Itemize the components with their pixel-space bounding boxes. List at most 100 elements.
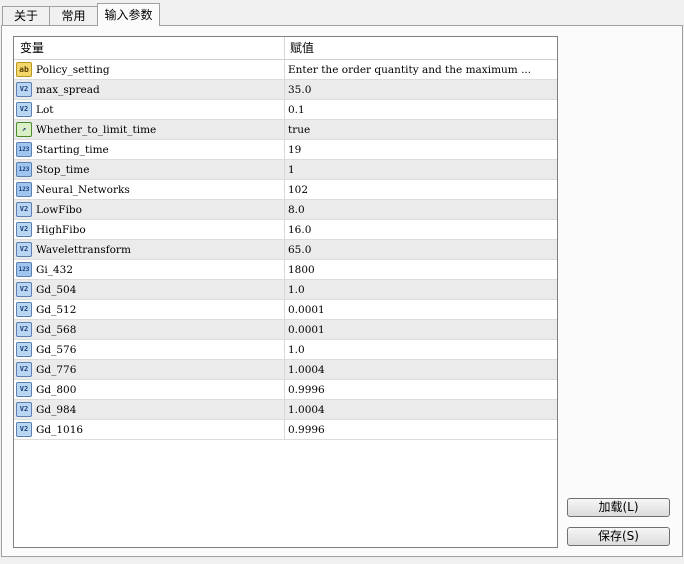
double-type-icon: V2	[16, 382, 32, 397]
double-type-icon: V2	[16, 202, 32, 217]
cell-divider	[284, 300, 285, 319]
parameter-value[interactable]: 1800	[288, 260, 554, 279]
table-row[interactable]: V2 Gd_1016 0.9996	[14, 420, 557, 440]
parameter-name: Wavelettransform	[36, 244, 131, 256]
double-type-icon: V2	[16, 222, 32, 237]
cell-divider	[284, 420, 285, 439]
table-row[interactable]: 123 Neural_Networks 102	[14, 180, 557, 200]
parameter-name: Lot	[36, 104, 54, 116]
column-divider[interactable]	[284, 37, 285, 59]
integer-type-icon: 123	[16, 182, 32, 197]
parameter-name: Policy_setting	[36, 64, 110, 76]
table-row[interactable]: V2 Gd_576 1.0	[14, 340, 557, 360]
parameter-value[interactable]: 1.0004	[288, 400, 554, 419]
double-type-icon: V2	[16, 422, 32, 437]
parameter-value[interactable]: 0.9996	[288, 420, 554, 439]
cell-divider	[284, 360, 285, 379]
table-row[interactable]: 123 Starting_time 19	[14, 140, 557, 160]
table-row[interactable]: V2 Gd_984 1.0004	[14, 400, 557, 420]
parameter-name: Neural_Networks	[36, 184, 130, 196]
column-header-value[interactable]: 赋值	[290, 37, 314, 59]
table-row[interactable]: ↗ Whether_to_limit_time true	[14, 120, 557, 140]
integer-type-icon: 123	[16, 262, 32, 277]
table-row[interactable]: 123 Stop_time 1	[14, 160, 557, 180]
table-row[interactable]: V2 Gd_504 1.0	[14, 280, 557, 300]
tab-about[interactable]: 关于	[2, 6, 50, 25]
parameter-value[interactable]: true	[288, 120, 554, 139]
tab-strip: 关于 常用 输入参数	[0, 0, 684, 28]
cell-divider	[284, 200, 285, 219]
cell-divider	[284, 60, 285, 79]
parameter-name: Gd_1016	[36, 424, 84, 436]
table-row[interactable]: V2 Gd_776 1.0004	[14, 360, 557, 380]
table-row[interactable]: V2 Gd_568 0.0001	[14, 320, 557, 340]
parameter-value[interactable]: 0.0001	[288, 320, 554, 339]
parameter-name: Gd_512	[36, 304, 77, 316]
parameter-value[interactable]: 1.0004	[288, 360, 554, 379]
parameter-value[interactable]: 1.0	[288, 340, 554, 359]
parameter-value[interactable]: Enter the order quantity and the maximum…	[288, 60, 554, 79]
save-button[interactable]: 保存(S)	[567, 527, 670, 546]
cell-divider	[284, 80, 285, 99]
integer-type-icon: 123	[16, 142, 32, 157]
parameter-name: Gd_800	[36, 384, 77, 396]
table-row[interactable]: V2 Lot 0.1	[14, 100, 557, 120]
parameter-name: Whether_to_limit_time	[36, 124, 157, 136]
parameter-value[interactable]: 19	[288, 140, 554, 159]
parameter-value[interactable]: 1	[288, 160, 554, 179]
parameter-name: Gi_432	[36, 264, 74, 276]
table-row[interactable]: V2 Gd_800 0.9996	[14, 380, 557, 400]
cell-divider	[284, 120, 285, 139]
parameter-value[interactable]: 102	[288, 180, 554, 199]
cell-divider	[284, 180, 285, 199]
parameter-value[interactable]: 35.0	[288, 80, 554, 99]
cell-divider	[284, 320, 285, 339]
double-type-icon: V2	[16, 82, 32, 97]
parameter-value[interactable]: 0.0001	[288, 300, 554, 319]
cell-divider	[284, 220, 285, 239]
parameter-name: Gd_568	[36, 324, 77, 336]
cell-divider	[284, 400, 285, 419]
double-type-icon: V2	[16, 242, 32, 257]
cell-divider	[284, 240, 285, 259]
tab-common[interactable]: 常用	[49, 6, 98, 25]
parameter-value[interactable]: 65.0	[288, 240, 554, 259]
parameter-name: Gd_776	[36, 364, 77, 376]
parameter-name: Starting_time	[36, 144, 109, 156]
parameter-value[interactable]: 8.0	[288, 200, 554, 219]
table-row[interactable]: ab Policy_setting Enter the order quantity…	[14, 60, 557, 80]
cell-divider	[284, 340, 285, 359]
parameter-name: Stop_time	[36, 164, 90, 176]
table-row[interactable]: V2 max_spread 35.0	[14, 80, 557, 100]
parameter-name: Gd_576	[36, 344, 77, 356]
double-type-icon: V2	[16, 342, 32, 357]
parameter-name: Gd_984	[36, 404, 77, 416]
cell-divider	[284, 160, 285, 179]
table-row[interactable]: 123 Gi_432 1800	[14, 260, 557, 280]
cell-divider	[284, 140, 285, 159]
table-row[interactable]: V2 Gd_512 0.0001	[14, 300, 557, 320]
table-row[interactable]: V2 HighFibo 16.0	[14, 220, 557, 240]
double-type-icon: V2	[16, 282, 32, 297]
parameter-value[interactable]: 16.0	[288, 220, 554, 239]
cell-divider	[284, 260, 285, 279]
parameter-name: LowFibo	[36, 204, 82, 216]
load-button[interactable]: 加载(L)	[567, 498, 670, 517]
table-body: ab Policy_setting Enter the order quantity…	[14, 60, 557, 440]
parameter-name: Gd_504	[36, 284, 77, 296]
table-row[interactable]: V2 LowFibo 8.0	[14, 200, 557, 220]
parameter-value[interactable]: 1.0	[288, 280, 554, 299]
double-type-icon: V2	[16, 102, 32, 117]
parameter-name: HighFibo	[36, 224, 86, 236]
column-header-variable[interactable]: 变量	[20, 37, 44, 59]
tab-inputs[interactable]: 输入参数	[97, 3, 160, 26]
table-header: 变量 赋值	[14, 37, 557, 60]
parameter-name: max_spread	[36, 84, 100, 96]
double-type-icon: V2	[16, 362, 32, 377]
parameter-value[interactable]: 0.1	[288, 100, 554, 119]
cell-divider	[284, 380, 285, 399]
string-type-icon: ab	[16, 62, 32, 77]
cell-divider	[284, 100, 285, 119]
parameter-value[interactable]: 0.9996	[288, 380, 554, 399]
table-row[interactable]: V2 Wavelettransform 65.0	[14, 240, 557, 260]
